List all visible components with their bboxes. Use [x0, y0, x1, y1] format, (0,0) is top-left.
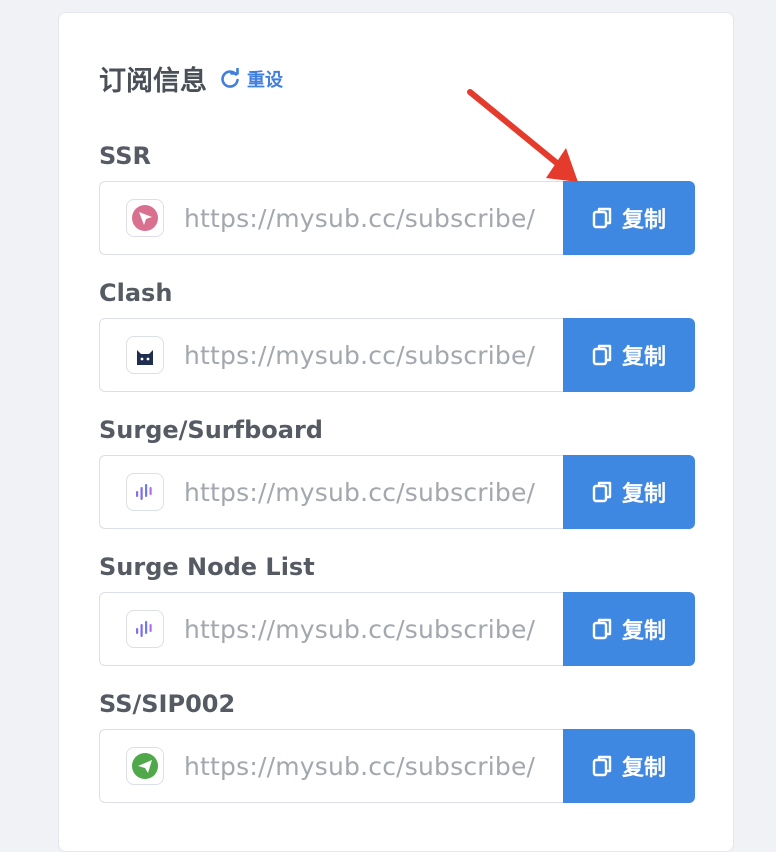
subscription-ssr: SSR https://mysub.cc/subscribe/ 复制 [99, 141, 695, 255]
subscription-input-group: https://mysub.cc/subscribe/ 复制 [99, 455, 695, 529]
copy-icon [592, 617, 614, 641]
subscription-url: https://mysub.cc/subscribe/ [184, 751, 536, 781]
subscription-card: 订阅信息 重设 SSR https://mysub.cc/subscribe/ … [58, 12, 734, 852]
subscription-label: Surge/Surfboard [99, 416, 323, 444]
copy-label: 复制 [621, 619, 666, 644]
copy-button[interactable]: 复制 [563, 181, 695, 255]
subscription-label: Clash [99, 279, 173, 307]
subscription-surge-surfboard: Surge/Surfboard https://mysub.cc/subscri… [99, 415, 695, 529]
shadowsocks-plane-icon [126, 747, 164, 785]
copy-icon [592, 206, 614, 230]
surge-wave-icon [126, 473, 164, 511]
subscription-clash: Clash https://mysub.cc/subscribe/ 复制 [99, 278, 695, 392]
copy-label: 复制 [621, 756, 666, 781]
subscription-url: https://mysub.cc/subscribe/ [184, 203, 536, 233]
copy-button[interactable]: 复制 [563, 729, 695, 803]
subscription-input-group: https://mysub.cc/subscribe/ 复制 [99, 729, 695, 803]
subscription-url-field[interactable]: https://mysub.cc/subscribe/ [99, 181, 563, 255]
card-header: 订阅信息 重设 [99, 59, 283, 98]
ssr-app-icon [126, 199, 164, 237]
subscription-url: https://mysub.cc/subscribe/ [184, 340, 536, 370]
subscription-input-group: https://mysub.cc/subscribe/ 复制 [99, 181, 695, 255]
subscription-url-field[interactable]: https://mysub.cc/subscribe/ [99, 729, 563, 803]
subscription-input-group: https://mysub.cc/subscribe/ 复制 [99, 592, 695, 666]
copy-icon [592, 343, 614, 367]
subscription-url-field[interactable]: https://mysub.cc/subscribe/ [99, 455, 563, 529]
subscription-label: SSR [99, 142, 151, 170]
subscription-ss-sip002: SS/SIP002 https://mysub.cc/subscribe/ 复制 [99, 689, 695, 803]
copy-label: 复制 [621, 208, 666, 233]
subscription-surge-node-list: Surge Node List https://mysub.cc/subscri… [99, 552, 695, 666]
reset-link[interactable]: 重设 [219, 66, 283, 92]
subscription-url: https://mysub.cc/subscribe/ [184, 614, 536, 644]
copy-label: 复制 [621, 345, 666, 370]
refresh-icon [219, 67, 241, 90]
subscription-url-field[interactable]: https://mysub.cc/subscribe/ [99, 592, 563, 666]
clash-cat-icon [126, 336, 164, 374]
copy-label: 复制 [621, 482, 666, 507]
copy-icon [592, 480, 614, 504]
subscription-label: SS/SIP002 [99, 690, 236, 718]
surge-wave-icon [126, 610, 164, 648]
subscription-url: https://mysub.cc/subscribe/ [184, 477, 536, 507]
subscription-input-group: https://mysub.cc/subscribe/ 复制 [99, 318, 695, 392]
copy-button[interactable]: 复制 [563, 455, 695, 529]
copy-icon [592, 754, 614, 778]
subscription-url-field[interactable]: https://mysub.cc/subscribe/ [99, 318, 563, 392]
reset-label: 重设 [247, 69, 283, 91]
subscription-label: Surge Node List [99, 553, 315, 581]
card-title: 订阅信息 [99, 66, 207, 97]
copy-button[interactable]: 复制 [563, 592, 695, 666]
copy-button[interactable]: 复制 [563, 318, 695, 392]
